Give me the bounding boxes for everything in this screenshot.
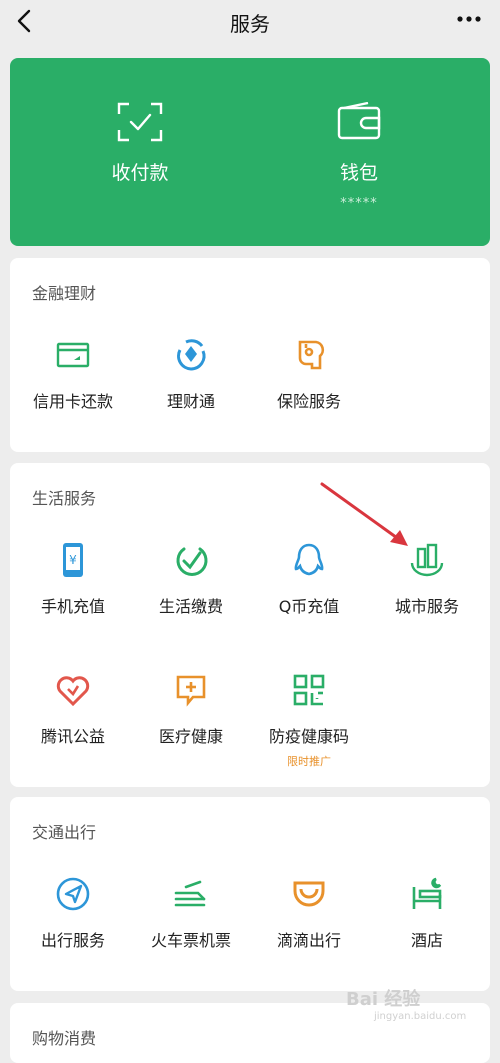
insurance-button[interactable]: 保险服务 [250, 336, 368, 412]
didi-button[interactable]: 滴滴出行 [250, 875, 368, 951]
train-ticket-icon [174, 880, 206, 907]
top-bar: 服务 [0, 0, 500, 42]
section-title: 购物消费 [32, 1029, 97, 1048]
health-code-label: 防疫健康码 [268, 727, 349, 746]
credit-card-repay-button[interactable]: 信用卡还款 [14, 336, 132, 412]
health-code-button[interactable]: 防疫健康码 限时推广 [250, 671, 368, 769]
travel-button[interactable]: 出行服务 [14, 875, 132, 951]
section-title: 生活服务 [32, 489, 97, 508]
charity-label: 腾讯公益 [40, 727, 105, 746]
watermark-main: Bai 经验 [346, 989, 421, 1010]
phone-recharge-button[interactable]: ¥ 手机充值 [14, 541, 132, 617]
section-finance: 金融理财 信用卡还款 理财通 保险服务 [10, 258, 490, 452]
pay-wallet-card: 收付款 钱包 ***** [10, 58, 490, 246]
wealth-label: 理财通 [166, 392, 215, 411]
section-title: 交通出行 [32, 823, 97, 842]
travel-label: 出行服务 [40, 931, 105, 950]
wealth-button[interactable]: 理财通 [132, 336, 250, 412]
wealth-icon [177, 339, 206, 371]
insurance-label: 保险服务 [276, 392, 341, 411]
charity-icon [56, 676, 90, 707]
medical-icon [176, 675, 206, 707]
pay-receive-button[interactable]: 收付款 [65, 102, 215, 185]
wallet-icon [337, 102, 381, 140]
train-ticket-label: 火车票机票 [150, 931, 231, 950]
hotel-button[interactable]: 酒店 [368, 875, 486, 951]
section-life-services: 生活服务 ¥ 手机充值 生活缴费 Q币充值 城市服务 腾讯公益 医疗健康 防疫健… [10, 463, 490, 787]
city-service-label: 城市服务 [394, 597, 459, 616]
phone-recharge-icon: ¥ [63, 543, 83, 577]
wallet-label: 钱包 [339, 162, 378, 184]
medical-label: 医疗健康 [158, 727, 223, 746]
wallet-button[interactable]: 钱包 [284, 102, 434, 185]
charity-button[interactable]: 腾讯公益 [14, 671, 132, 747]
page-title: 服务 [230, 12, 270, 36]
phone-recharge-label: 手机充值 [40, 597, 105, 616]
credit-card-repay-label: 信用卡还款 [32, 392, 113, 411]
hotel-icon [412, 877, 442, 909]
annotation-arrow-icon [320, 482, 408, 546]
utility-bill-button[interactable]: 生活缴费 [132, 541, 250, 617]
baidu-watermark: Bai 经验 jingyan.baidu.com [346, 985, 466, 1022]
didi-icon [293, 881, 325, 907]
more-icon[interactable] [456, 9, 482, 29]
section-title: 金融理财 [32, 284, 97, 303]
qq-coin-label: Q币充值 [278, 597, 340, 616]
promo-tag: 限时推广 [287, 755, 331, 768]
pay-receive-label: 收付款 [111, 162, 169, 184]
travel-icon [56, 877, 90, 911]
svg-text:¥: ¥ [69, 553, 77, 567]
section-transport: 交通出行 出行服务 火车票机票 滴滴出行 酒店 [10, 797, 490, 991]
train-ticket-button[interactable]: 火车票机票 [132, 875, 250, 951]
utility-bill-icon [176, 547, 208, 576]
watermark-sub: jingyan.baidu.com [374, 1011, 467, 1022]
wallet-balance-hidden: ***** [340, 196, 378, 211]
insurance-icon [298, 340, 325, 370]
utility-bill-label: 生活缴费 [158, 597, 223, 616]
credit-card-icon [56, 342, 90, 368]
hotel-label: 酒店 [410, 931, 443, 950]
health-code-icon [293, 674, 325, 706]
scan-pay-icon [117, 102, 163, 142]
medical-button[interactable]: 医疗健康 [132, 671, 250, 747]
didi-label: 滴滴出行 [276, 931, 341, 950]
